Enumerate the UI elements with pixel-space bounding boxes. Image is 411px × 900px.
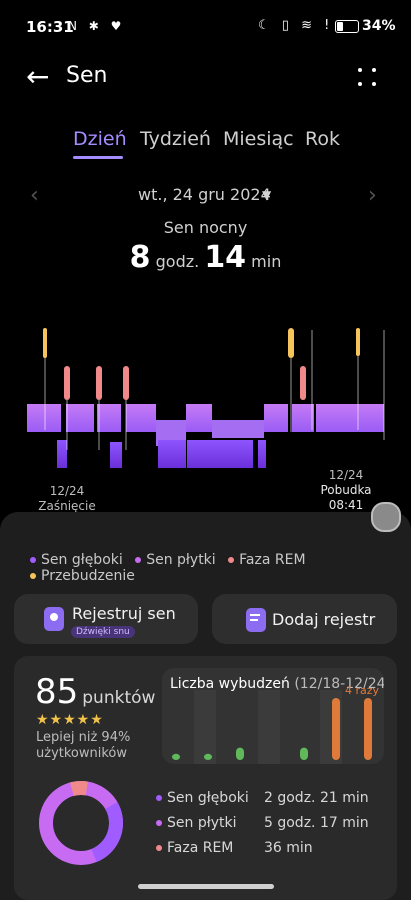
rem-mark — [64, 366, 70, 400]
sleep-start-date: 12/24 — [49, 484, 85, 498]
stage-block — [212, 420, 264, 438]
status-time: 16:31 — [26, 18, 74, 36]
awake-mark — [356, 328, 360, 356]
add-record-label: Dodaj rejestr — [272, 610, 376, 629]
back-arrow-icon[interactable]: ← — [26, 60, 49, 93]
legend-awake: Przebudzenie — [30, 568, 135, 584]
next-day-chevron-icon[interactable]: › — [368, 183, 377, 208]
rem-mark — [96, 366, 102, 400]
active-tab-indicator — [73, 156, 123, 159]
wake-up-date: 12/24 — [328, 468, 364, 482]
stage-block — [57, 440, 67, 468]
page-title: Sen — [66, 63, 108, 88]
duration-minutes: 14 — [204, 240, 247, 275]
system-icons: ☾ ▯ ≋ ! — [258, 18, 334, 33]
battery-icon — [335, 20, 359, 33]
stage-block — [126, 404, 156, 432]
stat-rem: Faza REM 36 min — [156, 840, 313, 856]
stage-legend: Sen głęboki Sen płytki Faza REM Przebudz… — [30, 552, 411, 584]
awake-mark — [43, 328, 47, 358]
duration-minutes-unit: min — [251, 252, 282, 271]
record-sleep-button[interactable]: Rejestruj sen Dźwięki snu — [14, 594, 198, 644]
legend-deep-sleep: Sen głęboki — [30, 552, 123, 568]
duration-hours-unit: godz. — [155, 252, 200, 271]
wakeups-bars — [172, 690, 372, 764]
wakeup-bar — [364, 698, 372, 760]
record-sleep-label: Rejestruj sen — [72, 604, 176, 623]
score-value: 85 — [35, 672, 79, 712]
wakeup-bar — [332, 698, 340, 760]
stage-block — [264, 404, 288, 432]
stage-block — [27, 404, 61, 432]
tab-week[interactable]: Tydzień — [140, 128, 211, 150]
tab-day[interactable]: Dzień — [73, 128, 127, 150]
moon-phone-icon — [44, 607, 64, 631]
wakeup-bar — [172, 753, 180, 760]
sheet-drag-handle[interactable] — [371, 502, 401, 532]
duration-hours: 8 — [129, 240, 151, 275]
period-tabs: Dzień Tydzień Miesiąc Rok — [0, 128, 411, 168]
sleep-score: 85 punktów — [35, 672, 155, 712]
sleep-hypnogram — [27, 328, 385, 468]
date-selector[interactable]: wt., 24 gru 2024 — [138, 185, 271, 204]
stage-block — [316, 404, 384, 432]
sleep-type-label: Sen nocny — [163, 218, 248, 237]
tab-year[interactable]: Rok — [305, 128, 340, 150]
comparison-text: Lepiej niż 94% użytkowników — [36, 730, 131, 761]
status-bar: 16:31 N ✱ ♥ ☾ ▯ ≋ ! 34% — [0, 0, 411, 52]
stage-block — [292, 404, 314, 432]
wakeup-bar — [236, 747, 244, 760]
rem-mark — [300, 366, 306, 400]
stat-deep-sleep: Sen głęboki 2 godz. 21 min — [156, 790, 369, 806]
sleep-composition-donut — [39, 781, 123, 865]
legend-rem: Faza REM — [228, 552, 306, 568]
gesture-navigation-bar[interactable] — [138, 884, 274, 889]
stage-block — [186, 404, 212, 432]
more-options-icon[interactable] — [356, 66, 380, 90]
sleep-duration: 8 godz. 14 min — [0, 240, 411, 275]
tab-month[interactable]: Miesiąc — [223, 128, 294, 150]
rem-mark — [123, 366, 129, 400]
stage-block — [187, 440, 253, 468]
wakeup-bar — [204, 753, 212, 760]
sleep-stage-chart: 12/24 Zaśnięcie 00:05 12/24 Pobudka 08:4… — [0, 320, 411, 528]
previous-day-chevron-icon[interactable]: ‹ — [30, 183, 39, 208]
caret-down-icon[interactable]: ▼ — [262, 188, 271, 202]
stat-light-sleep: Sen płytki 5 godz. 17 min — [156, 815, 369, 831]
stage-block — [258, 440, 266, 468]
stage-block — [158, 440, 186, 468]
awake-mark — [288, 328, 294, 358]
stage-block — [66, 404, 94, 432]
stage-block — [110, 442, 122, 468]
score-unit: punktów — [82, 688, 156, 708]
stage-block — [97, 404, 121, 432]
edit-note-icon — [246, 608, 266, 632]
legend-light-sleep: Sen płytki — [135, 552, 216, 568]
wakeup-bar — [300, 747, 308, 760]
add-record-button[interactable]: Dodaj rejestr — [212, 594, 397, 644]
star-rating: ★★★★★ — [36, 712, 104, 728]
notification-icons: N ✱ ♥ — [68, 19, 126, 33]
sleep-sounds-badge: Dźwięki snu — [71, 626, 135, 638]
battery-percentage: 34% — [362, 18, 396, 34]
wakeups-chart[interactable]: Liczba wybudzeń (12/18-12/24) 4 razy — [162, 668, 384, 764]
